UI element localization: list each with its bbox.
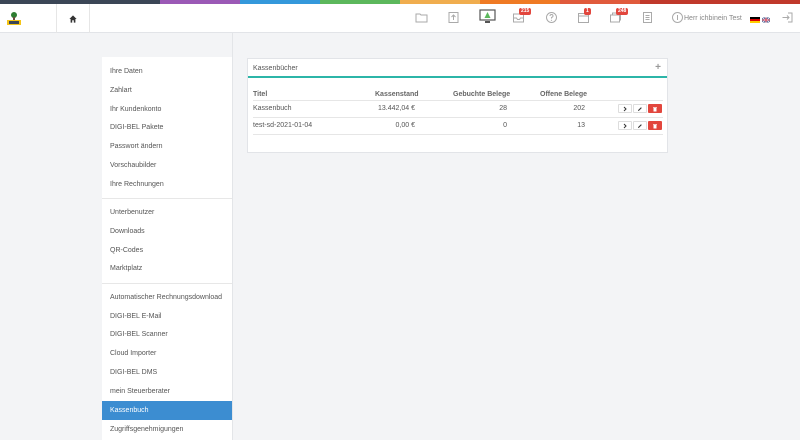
sidebar-item-scanner[interactable]: DIGI-BEL Scanner <box>102 325 232 344</box>
chevron-right-icon <box>623 106 627 111</box>
sidebar-item-dms[interactable]: DIGI-BEL DMS <box>102 363 232 382</box>
sidebar-divider <box>102 283 232 284</box>
upload-icon[interactable] <box>447 11 460 24</box>
row-balance: 13.442,04 € <box>378 105 415 112</box>
sidebar-divider <box>102 198 232 199</box>
sidebar-item-downloads[interactable]: Downloads <box>102 222 232 241</box>
monitor-icon[interactable] <box>479 9 496 25</box>
messages-badge: 248 <box>616 8 629 15</box>
edit-button[interactable] <box>633 104 647 113</box>
sidebar-item-marktplatz[interactable]: Marktplatz <box>102 259 232 278</box>
sidebar-item-cloud-importer[interactable]: Cloud Importer <box>102 344 232 363</box>
sidebar-item-zahlart[interactable]: Zahlart <box>102 81 232 100</box>
sidebar-item-kassenbuch[interactable]: Kassenbuch <box>102 401 232 420</box>
sidebar-item-ihre-daten[interactable]: Ihre Daten <box>102 62 232 81</box>
column-header-offene-belege: Offene Belege <box>540 91 588 98</box>
row-open: 13 <box>577 122 585 129</box>
row-divider <box>253 134 663 135</box>
panel-title: Kassenbücher <box>253 65 298 72</box>
delete-button[interactable] <box>648 104 662 113</box>
trash-icon <box>653 106 657 111</box>
delete-button[interactable] <box>648 121 662 130</box>
sidebar-item-pakete[interactable]: DIGI-BEL Pakete <box>102 118 232 137</box>
sidebar-item-kundenkonto[interactable]: Ihr Kundenkonto <box>102 100 232 119</box>
row-divider <box>253 117 663 118</box>
german-flag-icon[interactable] <box>750 17 760 23</box>
sidebar-item-qr-codes[interactable]: QR-Codes <box>102 241 232 260</box>
open-button[interactable] <box>618 104 632 113</box>
sidebar: Ihre Daten Zahlart Ihr Kundenkonto DIGI-… <box>102 57 232 440</box>
sidebar-item-zugriffsgenehmigungen[interactable]: Zugriffsgenehmigungen <box>102 420 232 439</box>
column-header-gebuchte-belege: Gebuchte Belege <box>453 91 511 98</box>
row-booked: 0 <box>503 122 507 129</box>
sidebar-item-unterbenutzer[interactable]: Unterbenutzer <box>102 203 232 222</box>
panel-header: Kassenbücher + <box>248 59 667 78</box>
user-icon[interactable] <box>671 11 684 24</box>
sidebar-item-email[interactable]: DIGI-BEL E-Mail <box>102 307 232 326</box>
folder-icon[interactable] <box>415 11 428 24</box>
pencil-icon <box>638 106 642 111</box>
help-icon[interactable] <box>545 11 558 24</box>
sidebar-item-passwort[interactable]: Passwort ändern <box>102 137 232 156</box>
home-icon <box>69 14 77 23</box>
pencil-icon <box>638 123 642 128</box>
logout-icon[interactable] <box>781 11 794 24</box>
row-open: 202 <box>573 105 585 112</box>
row-title: Kassenbuch <box>253 105 292 112</box>
column-header-titel: Titel <box>253 91 268 98</box>
inbox-icon[interactable]: 215 <box>512 8 532 24</box>
top-navigation-bar: 215 1 248 Herr ichbinein Test <box>0 4 800 33</box>
row-balance: 0,00 € <box>395 122 415 129</box>
sidebar-item-vorschaubilder[interactable]: Vorschaubilder <box>102 156 232 175</box>
edit-button[interactable] <box>633 121 647 130</box>
calendar-icon[interactable]: 1 <box>577 8 591 24</box>
row-title: test-sd-2021-01-04 <box>253 122 313 129</box>
chevron-right-icon <box>623 123 627 128</box>
sidebar-item-steuerberater[interactable]: mein Steuerberater <box>102 382 232 401</box>
sidebar-item-rechnungsdownload[interactable]: Automatischer Rechnungsdownload <box>102 288 232 307</box>
open-button[interactable] <box>618 121 632 130</box>
calendar-badge: 1 <box>584 8 591 15</box>
header-divider <box>253 100 663 101</box>
row-booked: 28 <box>499 105 507 112</box>
uk-flag-icon[interactable] <box>761 17 771 23</box>
trash-icon <box>653 123 657 128</box>
kassenbuecher-panel: Kassenbücher + Titel Kassenstand Gebucht… <box>247 58 668 153</box>
inbox-badge: 215 <box>519 8 532 15</box>
messages-icon[interactable]: 248 <box>609 8 629 24</box>
digi-bel-logo[interactable] <box>6 11 22 26</box>
content-divider <box>232 33 233 440</box>
user-name[interactable]: Herr ichbinein Test <box>684 15 742 22</box>
column-header-kassenstand: Kassenstand <box>375 91 419 98</box>
sidebar-item-rechnungen[interactable]: Ihre Rechnungen <box>102 175 232 194</box>
add-kassenbuch-button[interactable]: + <box>655 62 661 73</box>
home-button[interactable] <box>56 4 90 33</box>
document-icon[interactable] <box>641 11 654 24</box>
